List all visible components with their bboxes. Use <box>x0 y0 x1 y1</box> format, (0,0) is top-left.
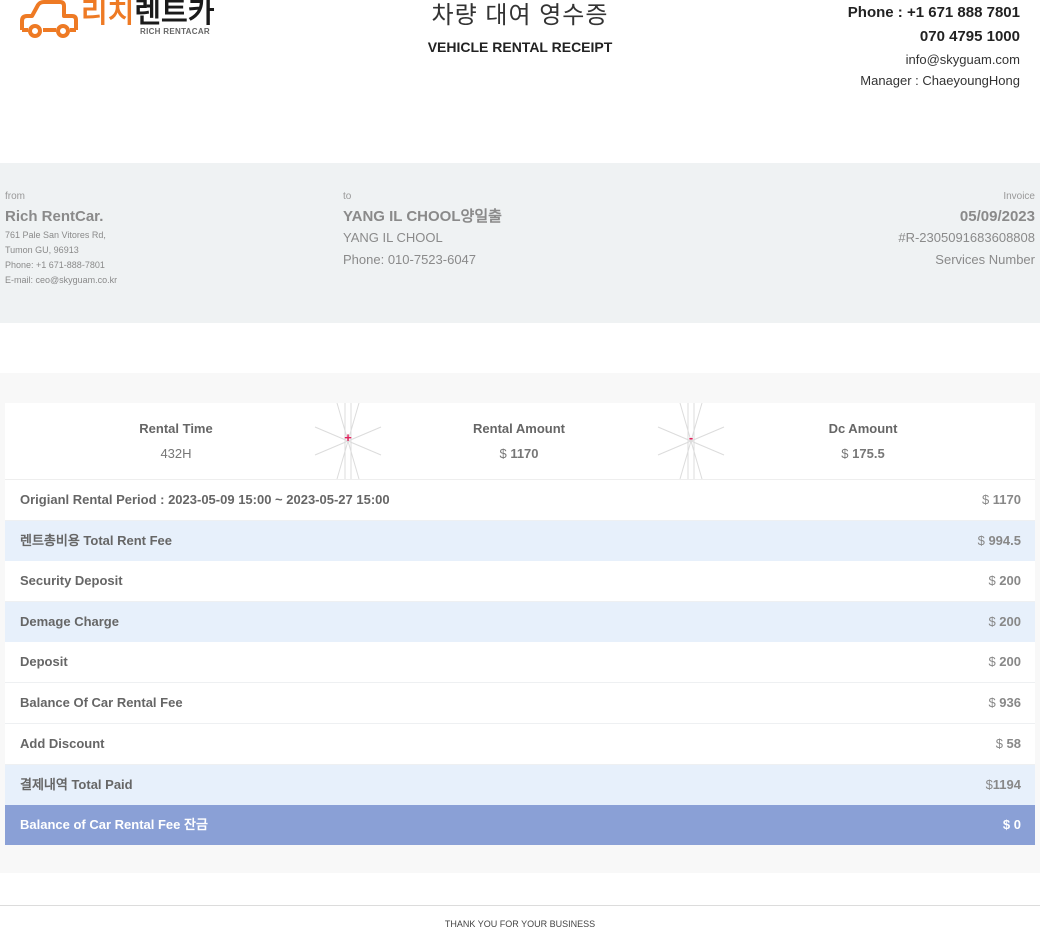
row-amount-value: 936 <box>999 695 1021 710</box>
row-label: Security Deposit <box>20 573 123 588</box>
row-currency: $ <box>977 533 989 548</box>
row-amount: $ 0 <box>1003 817 1021 833</box>
invoice-date: 05/09/2023 <box>959 208 1035 225</box>
rental-amount-value: $ 1170 <box>359 446 679 462</box>
row-currency: $ <box>985 777 993 792</box>
row-amount: $ 1170 <box>982 492 1021 508</box>
row-amount-value: 0 <box>1013 817 1021 832</box>
rental-time-value: 432H <box>16 446 336 462</box>
row-amount: $ 200 <box>988 573 1021 589</box>
from-label: from <box>5 191 25 202</box>
dc-amount-label: Dc Amount <box>828 421 898 436</box>
from-address-line1: 761 Pale San Vitores Rd, <box>5 230 106 240</box>
row-amount-value: 994.5 <box>988 533 1021 548</box>
from-email: E-mail: ceo@skyguam.co.kr <box>5 275 118 285</box>
receipt-table: Rental Time 432H + Rental Amount $ 1170 … <box>5 402 1035 845</box>
row-amount-value: 58 <box>1006 736 1021 751</box>
row-amount-value: 1194 <box>992 777 1021 792</box>
invoice-block: Invoice 05/09/2023 #R-2305091683608808 S… <box>898 191 1035 270</box>
footer-thanks: THANK YOU FOR YOUR BUSINESS <box>444 919 596 929</box>
contact-phone-secondary: 070 4795 1000 <box>919 28 1020 45</box>
row-currency: $ <box>988 573 1000 588</box>
row-currency: $ <box>995 736 1007 751</box>
row-currency: $ <box>981 492 993 507</box>
summary-rental-amount: Rental Amount $ 1170 <box>359 420 679 462</box>
dc-amount-value: $ 175.5 <box>703 446 1023 462</box>
row-final-balance: Balance of Car Rental Fee 잔금 $ 0 <box>5 805 1035 845</box>
to-block: to YANG IL CHOOL양일출 YANG IL CHOOL Phone:… <box>343 191 502 270</box>
to-phone: Phone: 010-7523-6047 <box>343 252 477 267</box>
to-label: to <box>343 191 352 202</box>
row-label: Balance of Car Rental Fee 잔금 <box>20 817 208 832</box>
row-deposit: Deposit $ 200 <box>5 642 1035 683</box>
row-label: Origianl Rental Period : 2023-05-09 15:0… <box>20 492 390 507</box>
contact-manager: Manager : ChaeyoungHong <box>860 73 1020 88</box>
row-label: Add Discount <box>20 736 105 751</box>
row-total-paid: 결제내역 Total Paid $1194 <box>5 765 1035 805</box>
row-label: Demage Charge <box>20 614 119 629</box>
receipt-table-area: Rental Time 432H + Rental Amount $ 1170 … <box>0 373 1040 873</box>
row-amount: $ 994.5 <box>978 533 1021 549</box>
billing-info-band: from Rich RentCar. 761 Pale San Vitores … <box>0 163 1040 323</box>
row-amount-value: 200 <box>999 614 1021 629</box>
from-address-line2: Tumon GU, 96913 <box>5 245 79 255</box>
from-block: from Rich RentCar. 761 Pale San Vitores … <box>5 191 117 288</box>
summary-rental-time: Rental Time 432H <box>16 420 336 462</box>
to-customer-name-english: YANG IL CHOOL <box>343 230 443 245</box>
contact-email[interactable]: info@skyguam.com <box>848 52 1020 68</box>
row-damage-charge: Demage Charge $ 200 <box>5 602 1035 642</box>
row-balance-of-car-rental-fee: Balance Of Car Rental Fee $ 936 <box>5 683 1035 724</box>
row-label: Deposit <box>20 654 68 669</box>
row-currency: $ <box>988 654 1000 669</box>
rental-time-unit: H <box>182 446 192 461</box>
row-amount: $ 200 <box>988 654 1021 670</box>
receipt-header: 리치렌트카 RICH RENTACAR 차량 대여 영수증 VEHICLE RE… <box>0 0 1040 163</box>
from-phone: Phone: +1 671-888-7801 <box>5 260 105 270</box>
rental-amount-number: 1170 <box>510 446 539 461</box>
dc-amount-number: 175.5 <box>852 446 885 461</box>
row-label: 결제내역 Total Paid <box>20 777 133 792</box>
row-amount: $ 936 <box>988 695 1021 711</box>
row-currency: $ <box>1002 817 1014 832</box>
row-amount-value: 200 <box>999 654 1021 669</box>
contact-phone-primary: Phone : +1 671 888 7801 <box>847 4 1020 21</box>
row-amount-value: 200 <box>999 573 1021 588</box>
dc-amount-currency: $ <box>841 446 853 461</box>
to-customer-name: YANG IL CHOOL양일출 <box>343 208 502 225</box>
row-currency: $ <box>988 695 1000 710</box>
rental-amount-label: Rental Amount <box>473 421 565 436</box>
rental-time-number: 432 <box>160 446 183 461</box>
row-label: Balance Of Car Rental Fee <box>20 695 183 710</box>
summary-dc-amount: Dc Amount $ 175.5 <box>703 420 1023 462</box>
row-add-discount: Add Discount $ 58 <box>5 724 1035 765</box>
row-amount: $1194 <box>986 777 1021 793</box>
from-company-name: Rich RentCar. <box>5 208 104 225</box>
rental-amount-currency: $ <box>499 446 511 461</box>
row-label: 렌트총비용 Total Rent Fee <box>20 533 173 548</box>
rental-time-label: Rental Time <box>139 421 213 436</box>
company-contact: Phone : +1 671 888 7801 070 4795 1000 in… <box>848 4 1020 89</box>
row-amount-value: 1170 <box>992 492 1021 507</box>
invoice-number-label: Services Number <box>935 252 1035 267</box>
footer-divider <box>0 905 1040 906</box>
row-amount: $ 200 <box>988 614 1021 630</box>
row-currency: $ <box>988 614 1000 629</box>
invoice-number: #R-2305091683608808 <box>898 230 1035 245</box>
row-original-rental-period: Origianl Rental Period : 2023-05-09 15:0… <box>5 480 1035 521</box>
row-security-deposit: Security Deposit $ 200 <box>5 561 1035 602</box>
row-total-rent-fee: 렌트총비용 Total Rent Fee $ 994.5 <box>5 521 1035 561</box>
rental-summary: Rental Time 432H + Rental Amount $ 1170 … <box>5 402 1035 480</box>
row-amount: $ 58 <box>996 736 1021 752</box>
invoice-label: Invoice <box>1003 191 1035 202</box>
